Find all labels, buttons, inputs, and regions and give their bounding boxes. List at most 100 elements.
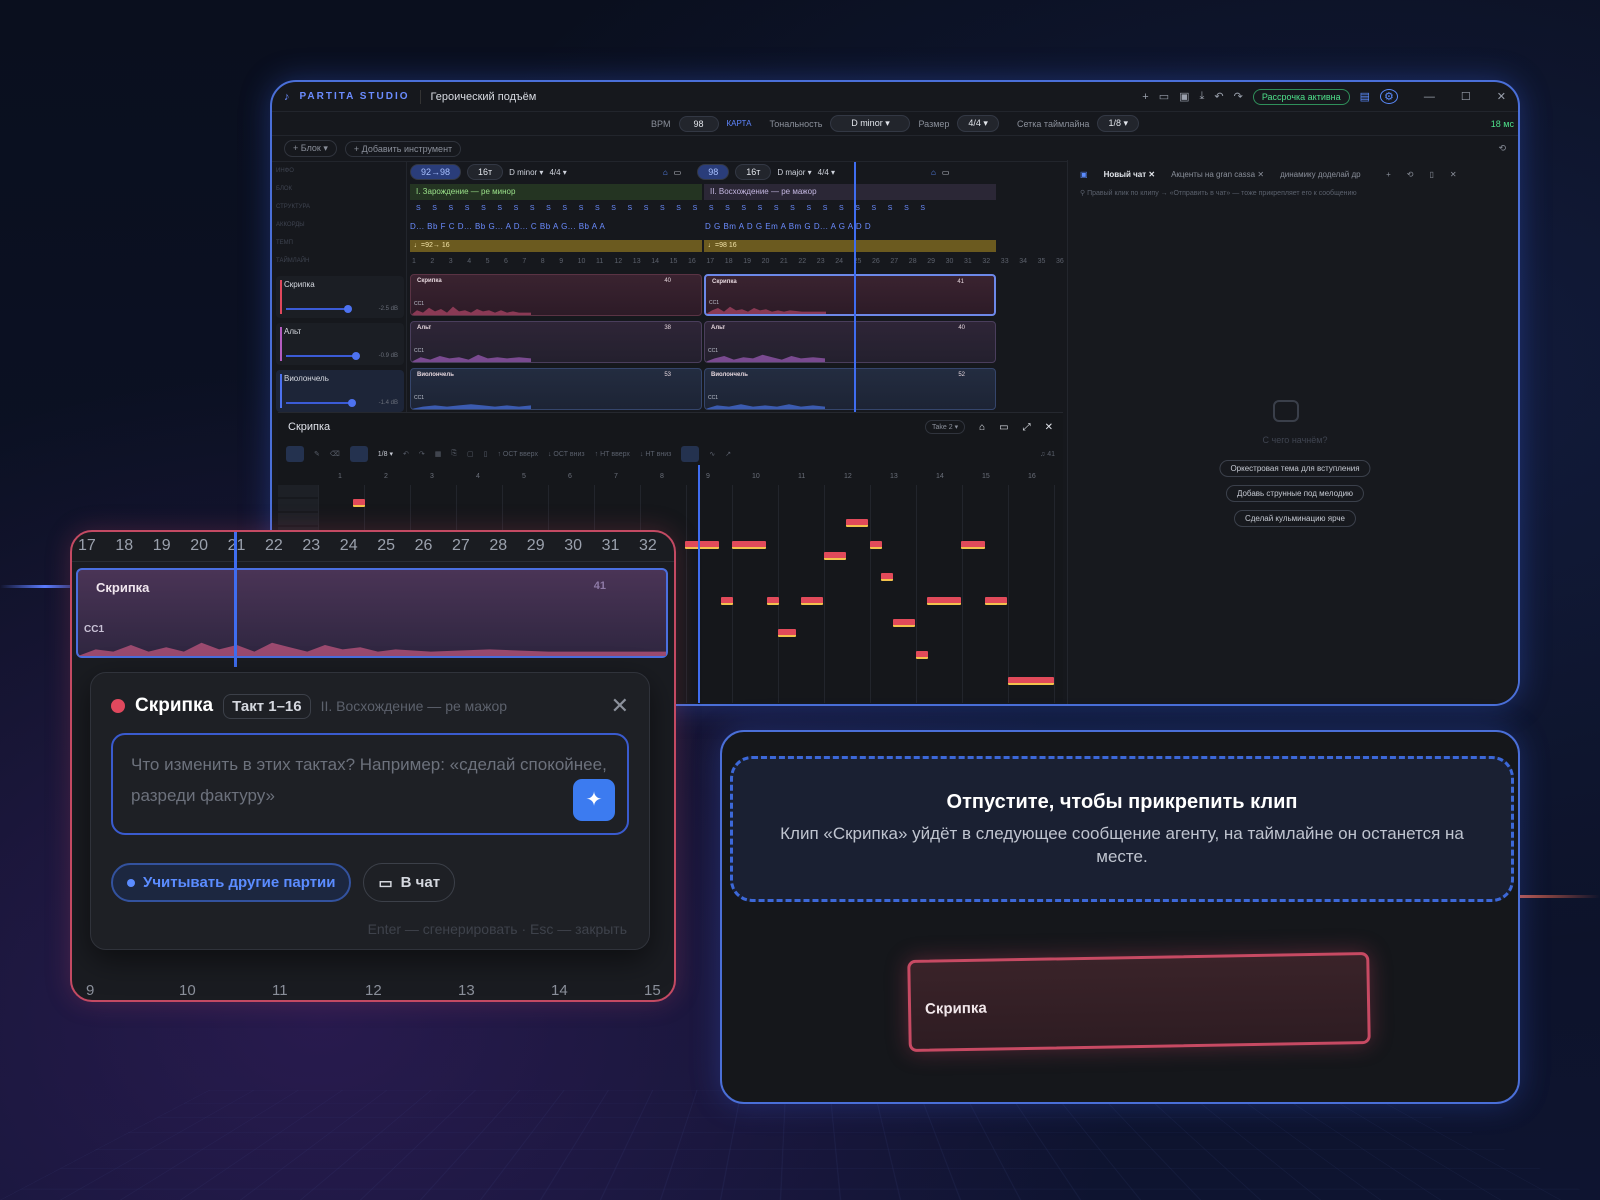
lock-icon[interactable]: ⌂ <box>979 422 985 433</box>
note[interactable] <box>778 629 796 637</box>
note[interactable] <box>353 499 365 507</box>
note[interactable] <box>927 597 961 605</box>
block-key[interactable]: D major ▾ <box>777 168 811 177</box>
bpm-input[interactable]: 98 <box>678 115 719 132</box>
tab-chat[interactable]: динамику доделай др <box>1280 170 1370 179</box>
snap-icon[interactable] <box>349 446 368 462</box>
chords-row[interactable]: D... Bb F C D... Bb G... A D... C Bb A G… <box>410 222 702 231</box>
undo-icon[interactable]: ↶ <box>1214 90 1223 103</box>
tempo-map-link[interactable]: КАРТА <box>727 119 752 128</box>
settings-icon[interactable]: ⚙ <box>1380 89 1398 104</box>
section-block-2[interactable]: II. Восхождение — ре мажор <box>704 184 996 200</box>
lock-icon[interactable]: ⌂ <box>931 168 936 177</box>
track-header-violin[interactable]: Скрипка -2.5 dB <box>276 276 404 318</box>
note[interactable] <box>985 597 1007 605</box>
track-header-viola[interactable]: Альт -0.9 dB <box>276 323 404 365</box>
note[interactable] <box>767 597 779 605</box>
consider-parts-toggle[interactable]: Учитывать другие партии <box>111 863 352 902</box>
suggestion-chip[interactable]: Оркестровая тема для вступления <box>1219 460 1371 477</box>
close-icon[interactable]: ✕ <box>1045 422 1053 433</box>
redo-icon[interactable]: ↷ <box>419 450 425 458</box>
chords-row[interactable]: D G Bm A D G Em A Bm G D... A G A D D <box>705 222 997 231</box>
close-icon[interactable]: ✕ <box>1450 170 1457 179</box>
volume-slider[interactable] <box>286 305 352 313</box>
suggestion-chip[interactable]: Сделай кульминацию ярче <box>1233 510 1357 527</box>
suggestion-chip[interactable]: Добавь струнные под мелодию <box>1225 485 1365 502</box>
tab-new-chat[interactable]: Новый чат ✕ <box>1104 170 1156 179</box>
eraser-tool-icon[interactable]: ⌫ <box>330 450 340 458</box>
octave-down-button[interactable]: ↓ ОСТ вниз <box>548 451 585 458</box>
track-header-cello[interactable]: Виолончель -1.4 dB <box>276 370 404 412</box>
note[interactable] <box>961 541 985 549</box>
comment-icon[interactable]: ▭ <box>999 422 1008 433</box>
project-title[interactable]: Героический подъём <box>431 91 537 103</box>
note[interactable] <box>1008 677 1054 685</box>
new-tab-icon[interactable]: + <box>1386 170 1391 179</box>
note[interactable] <box>870 541 882 549</box>
block-key[interactable]: D minor ▾ <box>509 168 543 177</box>
note[interactable] <box>916 651 928 659</box>
clip[interactable]: Скрипка 40 CC1 <box>410 274 702 316</box>
block-meter[interactable]: 4/4 ▾ <box>549 168 566 177</box>
generate-button[interactable]: ✦ <box>573 779 615 821</box>
block-button[interactable]: + Блок ▾ <box>284 140 337 157</box>
meter-select[interactable]: 4/4 ▾ <box>957 115 999 132</box>
note[interactable] <box>824 552 846 560</box>
grid-select[interactable]: 1/8 ▾ <box>378 450 393 458</box>
note[interactable] <box>721 597 733 605</box>
semitone-down-button[interactable]: ↓ НТ вниз <box>640 451 671 458</box>
minimize-icon[interactable]: — <box>1424 91 1435 103</box>
selected-clip[interactable]: Скрипка 41 CC1 <box>76 568 668 658</box>
add-icon[interactable]: + <box>1142 91 1148 103</box>
section-block-1[interactable]: I. Зарождение — ре минор <box>410 184 702 200</box>
clip[interactable]: Альт 40 CC1 <box>704 321 996 363</box>
volume-slider[interactable] <box>286 399 356 407</box>
save-icon[interactable]: ▣ <box>1179 90 1189 103</box>
note[interactable] <box>732 541 766 549</box>
comment-icon[interactable]: ▭ <box>942 168 950 177</box>
volume-slider[interactable] <box>286 352 360 360</box>
key-select[interactable]: D minor ▾ <box>830 115 911 132</box>
close-icon[interactable]: ✕ <box>611 693 629 719</box>
curve-icon[interactable]: ∿ <box>709 450 715 458</box>
paste-icon[interactable]: ▢ <box>467 450 474 458</box>
undo-icon[interactable]: ↶ <box>403 450 409 458</box>
prompt-input[interactable]: Что изменить в этих тактах? Например: «с… <box>111 733 629 835</box>
redo-icon[interactable]: ↷ <box>1234 90 1243 103</box>
block-length[interactable]: 16т <box>735 164 772 180</box>
history-icon[interactable]: ⟲ <box>1498 143 1506 154</box>
to-chat-button[interactable]: ▭ В чат <box>363 863 456 902</box>
download-icon[interactable]: ⤓ <box>1200 90 1205 103</box>
copy-icon[interactable]: ⎘ <box>451 450 457 458</box>
add-instrument-button[interactable]: + Добавить инструмент <box>344 140 462 157</box>
close-icon[interactable]: ✕ <box>1497 90 1506 103</box>
note[interactable] <box>893 619 915 627</box>
trash-icon[interactable]: ▯ <box>1429 170 1433 179</box>
folder-icon[interactable]: ▭ <box>1159 90 1169 103</box>
grid-icon[interactable]: ▦ <box>435 450 442 458</box>
playhead[interactable] <box>234 532 237 667</box>
comment-icon[interactable]: ▭ <box>674 168 682 177</box>
block-tempo-chip[interactable]: 98 <box>697 164 730 180</box>
take-select[interactable]: Take 2 ▾ <box>925 420 966 434</box>
maximize-icon[interactable]: ☐ <box>1461 90 1471 103</box>
clip[interactable]: Виолончель 52 CC1 <box>704 368 996 410</box>
block-length[interactable]: 16т <box>467 164 504 180</box>
subscription-badge[interactable]: Рассрочка активна <box>1252 88 1350 105</box>
tab-chat[interactable]: Акценты на gran cassa ✕ <box>1171 170 1264 179</box>
note[interactable] <box>881 573 893 581</box>
chat-toggle-icon[interactable]: ▤ <box>1360 90 1370 103</box>
trend-icon[interactable]: ↗ <box>725 450 731 458</box>
velocity-icon[interactable] <box>681 446 700 462</box>
pencil-tool-icon[interactable]: ✎ <box>314 450 320 458</box>
note[interactable] <box>801 597 823 605</box>
tempo-lane[interactable]: ♩=92→ 16 <box>410 240 702 252</box>
clip[interactable]: Виолончель 53 CC1 <box>410 368 702 410</box>
lock-icon[interactable]: ⌂ <box>663 168 668 177</box>
history-icon[interactable]: ⟲ <box>1407 170 1414 179</box>
block-meter[interactable]: 4/4 ▾ <box>818 168 835 177</box>
trash-icon[interactable]: ▯ <box>484 450 488 458</box>
grid-select[interactable]: 1/8 ▾ <box>1097 115 1139 132</box>
note[interactable] <box>846 519 868 527</box>
tempo-lane[interactable]: ♩=98 16 <box>704 240 996 252</box>
